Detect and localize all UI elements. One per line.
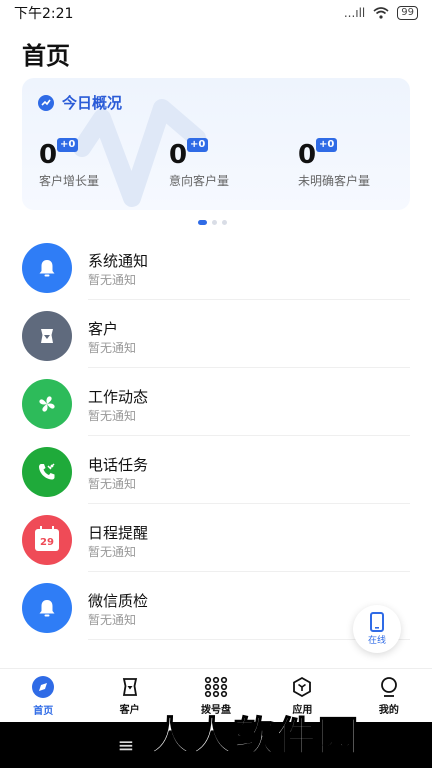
item-title: 客户 xyxy=(88,320,119,338)
notification-list: 系统通知 暂无通知 客户 暂无通知 工作动态 暂无通知 电话任务 暂无通知 29… xyxy=(0,232,432,640)
pager-dot-active[interactable] xyxy=(198,220,207,225)
stat-value: 0 xyxy=(39,140,58,170)
list-item-schedule-reminder[interactable]: 29 日程提醒 暂无通知 xyxy=(0,504,432,572)
item-subtitle: 暂无通知 xyxy=(88,477,137,491)
stat-badge: +0 xyxy=(57,138,79,152)
tab-home[interactable]: 首页 xyxy=(0,669,86,723)
item-subtitle: 暂无通知 xyxy=(88,341,137,355)
list-item-customer[interactable]: 客户 暂无通知 xyxy=(0,300,432,368)
overview-header: 今日概况 xyxy=(38,92,122,113)
trend-icon xyxy=(38,94,54,111)
phone-icon xyxy=(39,463,55,480)
pager-dot[interactable] xyxy=(212,220,217,225)
pager-dot[interactable] xyxy=(222,220,227,225)
bell-icon xyxy=(39,260,55,277)
badge-icon xyxy=(41,329,53,343)
calendar-icon: 29 xyxy=(35,526,59,551)
menu-icon[interactable]: ≡ xyxy=(118,733,135,757)
stat-intent-customers[interactable]: 0 +0 意向客户量 xyxy=(169,138,230,189)
item-subtitle: 暂无通知 xyxy=(88,545,137,559)
stat-customer-growth[interactable]: 0 +0 客户增长量 xyxy=(39,138,100,189)
overview-title: 今日概况 xyxy=(62,94,123,112)
online-label: 在线 xyxy=(367,636,386,646)
stat-label: 意向客户量 xyxy=(169,174,230,188)
profile-icon xyxy=(380,677,397,697)
cube-icon xyxy=(293,676,312,698)
list-item-system-notice[interactable]: 系统通知 暂无通知 xyxy=(0,232,432,300)
badge-icon xyxy=(122,678,137,696)
item-subtitle: 暂无通知 xyxy=(88,613,137,627)
mobile-icon xyxy=(370,612,384,632)
item-icon-circle xyxy=(22,243,72,293)
calendar-day: 29 xyxy=(40,537,54,548)
stat-badge: +0 xyxy=(187,138,209,152)
item-title: 日程提醒 xyxy=(88,524,149,542)
list-item-work-updates[interactable]: 工作动态 暂无通知 xyxy=(0,368,432,436)
overview-card[interactable]: 今日概况 0 +0 客户增长量 0 +0 意向客户量 0 +0 未明确客户量 xyxy=(22,78,410,210)
carousel-pager[interactable] xyxy=(198,220,227,225)
dialpad-icon xyxy=(204,676,228,698)
item-icon-circle xyxy=(22,311,72,361)
item-subtitle: 暂无通知 xyxy=(88,273,137,287)
tab-label: 我的 xyxy=(378,705,399,716)
item-icon-circle xyxy=(22,447,72,497)
page-title: 首页 xyxy=(22,42,70,70)
status-bar: 下午2:21 ...ıll 99 xyxy=(0,0,432,26)
stat-value: 0 xyxy=(298,140,317,170)
status-icons: ...ıll 99 xyxy=(344,6,418,20)
stat-label: 客户增长量 xyxy=(39,174,100,188)
stat-unclear-customers[interactable]: 0 +0 未明确客户量 xyxy=(298,138,371,189)
battery-icon: 99 xyxy=(397,6,418,20)
list-item-phone-tasks[interactable]: 电话任务 暂无通知 xyxy=(0,436,432,504)
watermark-text: 人人软件园 xyxy=(149,713,360,761)
item-title: 工作动态 xyxy=(88,388,149,406)
item-icon-circle: 29 xyxy=(22,515,72,565)
bell-icon xyxy=(39,600,55,617)
item-icon-circle xyxy=(22,583,72,633)
status-time: 下午2:21 xyxy=(14,6,74,22)
stat-badge: +0 xyxy=(316,138,338,152)
fan-icon xyxy=(39,396,55,412)
item-subtitle: 暂无通知 xyxy=(88,409,137,423)
tab-label: 首页 xyxy=(33,706,54,717)
stat-value: 0 xyxy=(169,140,188,170)
tab-label: 客户 xyxy=(119,705,140,716)
item-title: 电话任务 xyxy=(88,456,149,474)
item-icon-circle xyxy=(22,379,72,429)
online-status-button[interactable]: 在线 xyxy=(353,605,401,653)
signal-icon: ...ıll xyxy=(343,6,366,20)
stat-label: 未明确客户量 xyxy=(298,174,371,188)
wifi-icon xyxy=(373,7,389,19)
item-title: 微信质检 xyxy=(88,592,149,610)
home-compass-icon xyxy=(32,676,55,698)
item-title: 系统通知 xyxy=(88,252,149,270)
